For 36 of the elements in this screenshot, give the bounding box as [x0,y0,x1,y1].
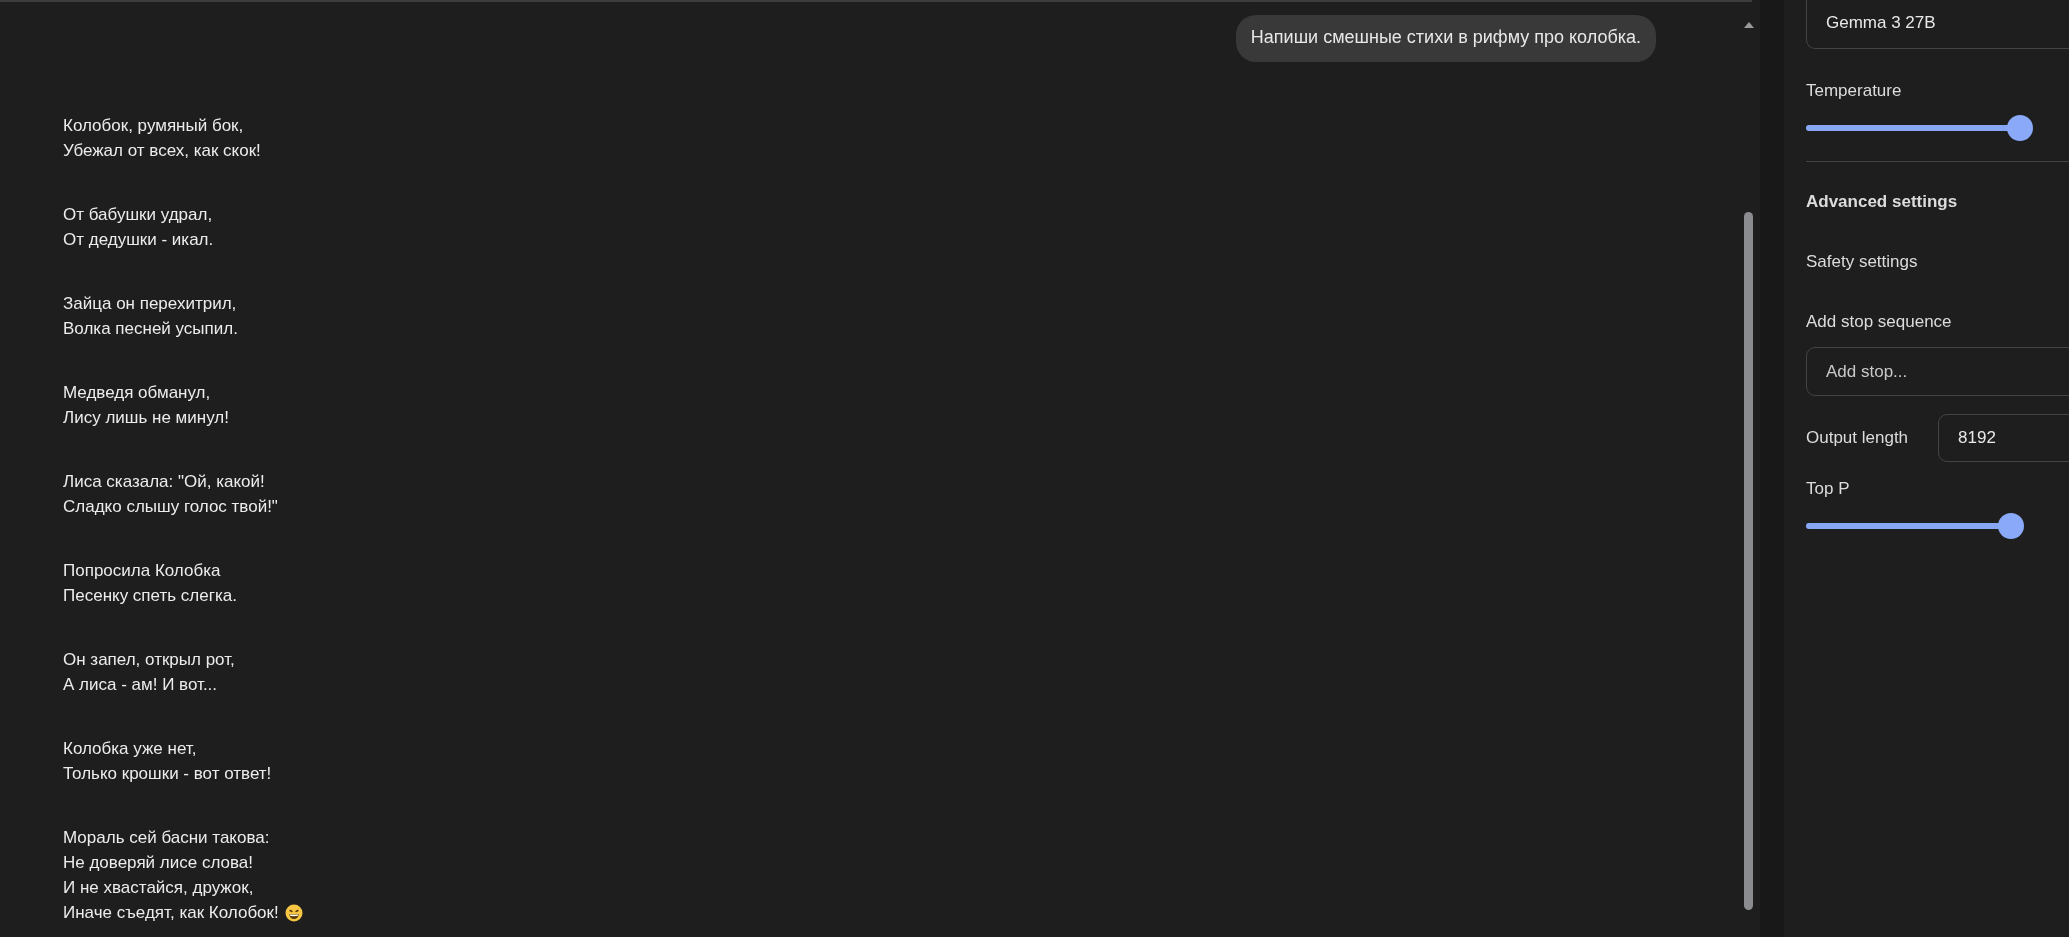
advanced-settings-heading[interactable]: Advanced settings [1806,192,2069,212]
output-length-field[interactable]: 8192 [1938,414,2069,462]
poem-line: Медведя обманул, [63,382,211,403]
top-p-label: Top P [1806,479,1851,499]
poem-line: Зайца он перехитрил, [63,293,237,314]
slider-thumb[interactable] [2007,115,2033,141]
poem-line: Волка песней усыпил. [63,318,238,339]
poem-line: Колобка уже нет, [63,738,197,759]
scrollbar-thumb[interactable] [1744,212,1753,910]
output-length-label: Output length [1806,428,1909,448]
poem-line: Сладко слышу голос твой!" [63,496,278,517]
poem-line: Не доверяй лисе слова! [63,852,253,873]
poem-line: Колобок, румяный бок, [63,115,244,136]
poem-line: Песенку спеть слегка. [63,585,237,606]
poem-line: И не хвастайся, дружок, [63,877,254,898]
temperature-label: Temperature [1806,81,1903,101]
slider-thumb[interactable] [1998,513,2025,539]
stop-sequence-label: Add stop sequence [1806,312,1953,332]
poem-line: Иначе съедят, как Колобок! [63,902,279,923]
stop-sequence-field[interactable]: Add stop... [1806,347,2069,396]
model-selector[interactable]: Gemma 3 27B [1806,0,2069,49]
temperature-slider[interactable] [1806,115,2033,141]
poem-line: Лису лишь не минул! [63,407,229,428]
safety-settings-link[interactable]: Safety settings [1806,252,2069,272]
poem-line: От дедушки - икал. [63,229,214,250]
user-message: Напиши смешные стихи в рифму про колобка. [1235,15,1656,62]
poem-line: А лиса - ам! И вот... [63,674,218,695]
poem-line: Убежал от всех, как скок! [63,140,261,161]
poem-line: От бабушки удрал, [63,204,213,225]
grinning-face-icon [284,903,303,922]
poem-line: Попросила Колобка [63,560,221,581]
poem-line: Мораль сей басни такова: [63,827,270,848]
poem-line: Он запел, открыл рот, [63,649,235,670]
poem-line: Только крошки - вот ответ! [63,763,272,784]
poem-line: Лиса сказала: "Ой, какой! [63,471,265,492]
scroll-up-icon[interactable] [1744,22,1754,28]
